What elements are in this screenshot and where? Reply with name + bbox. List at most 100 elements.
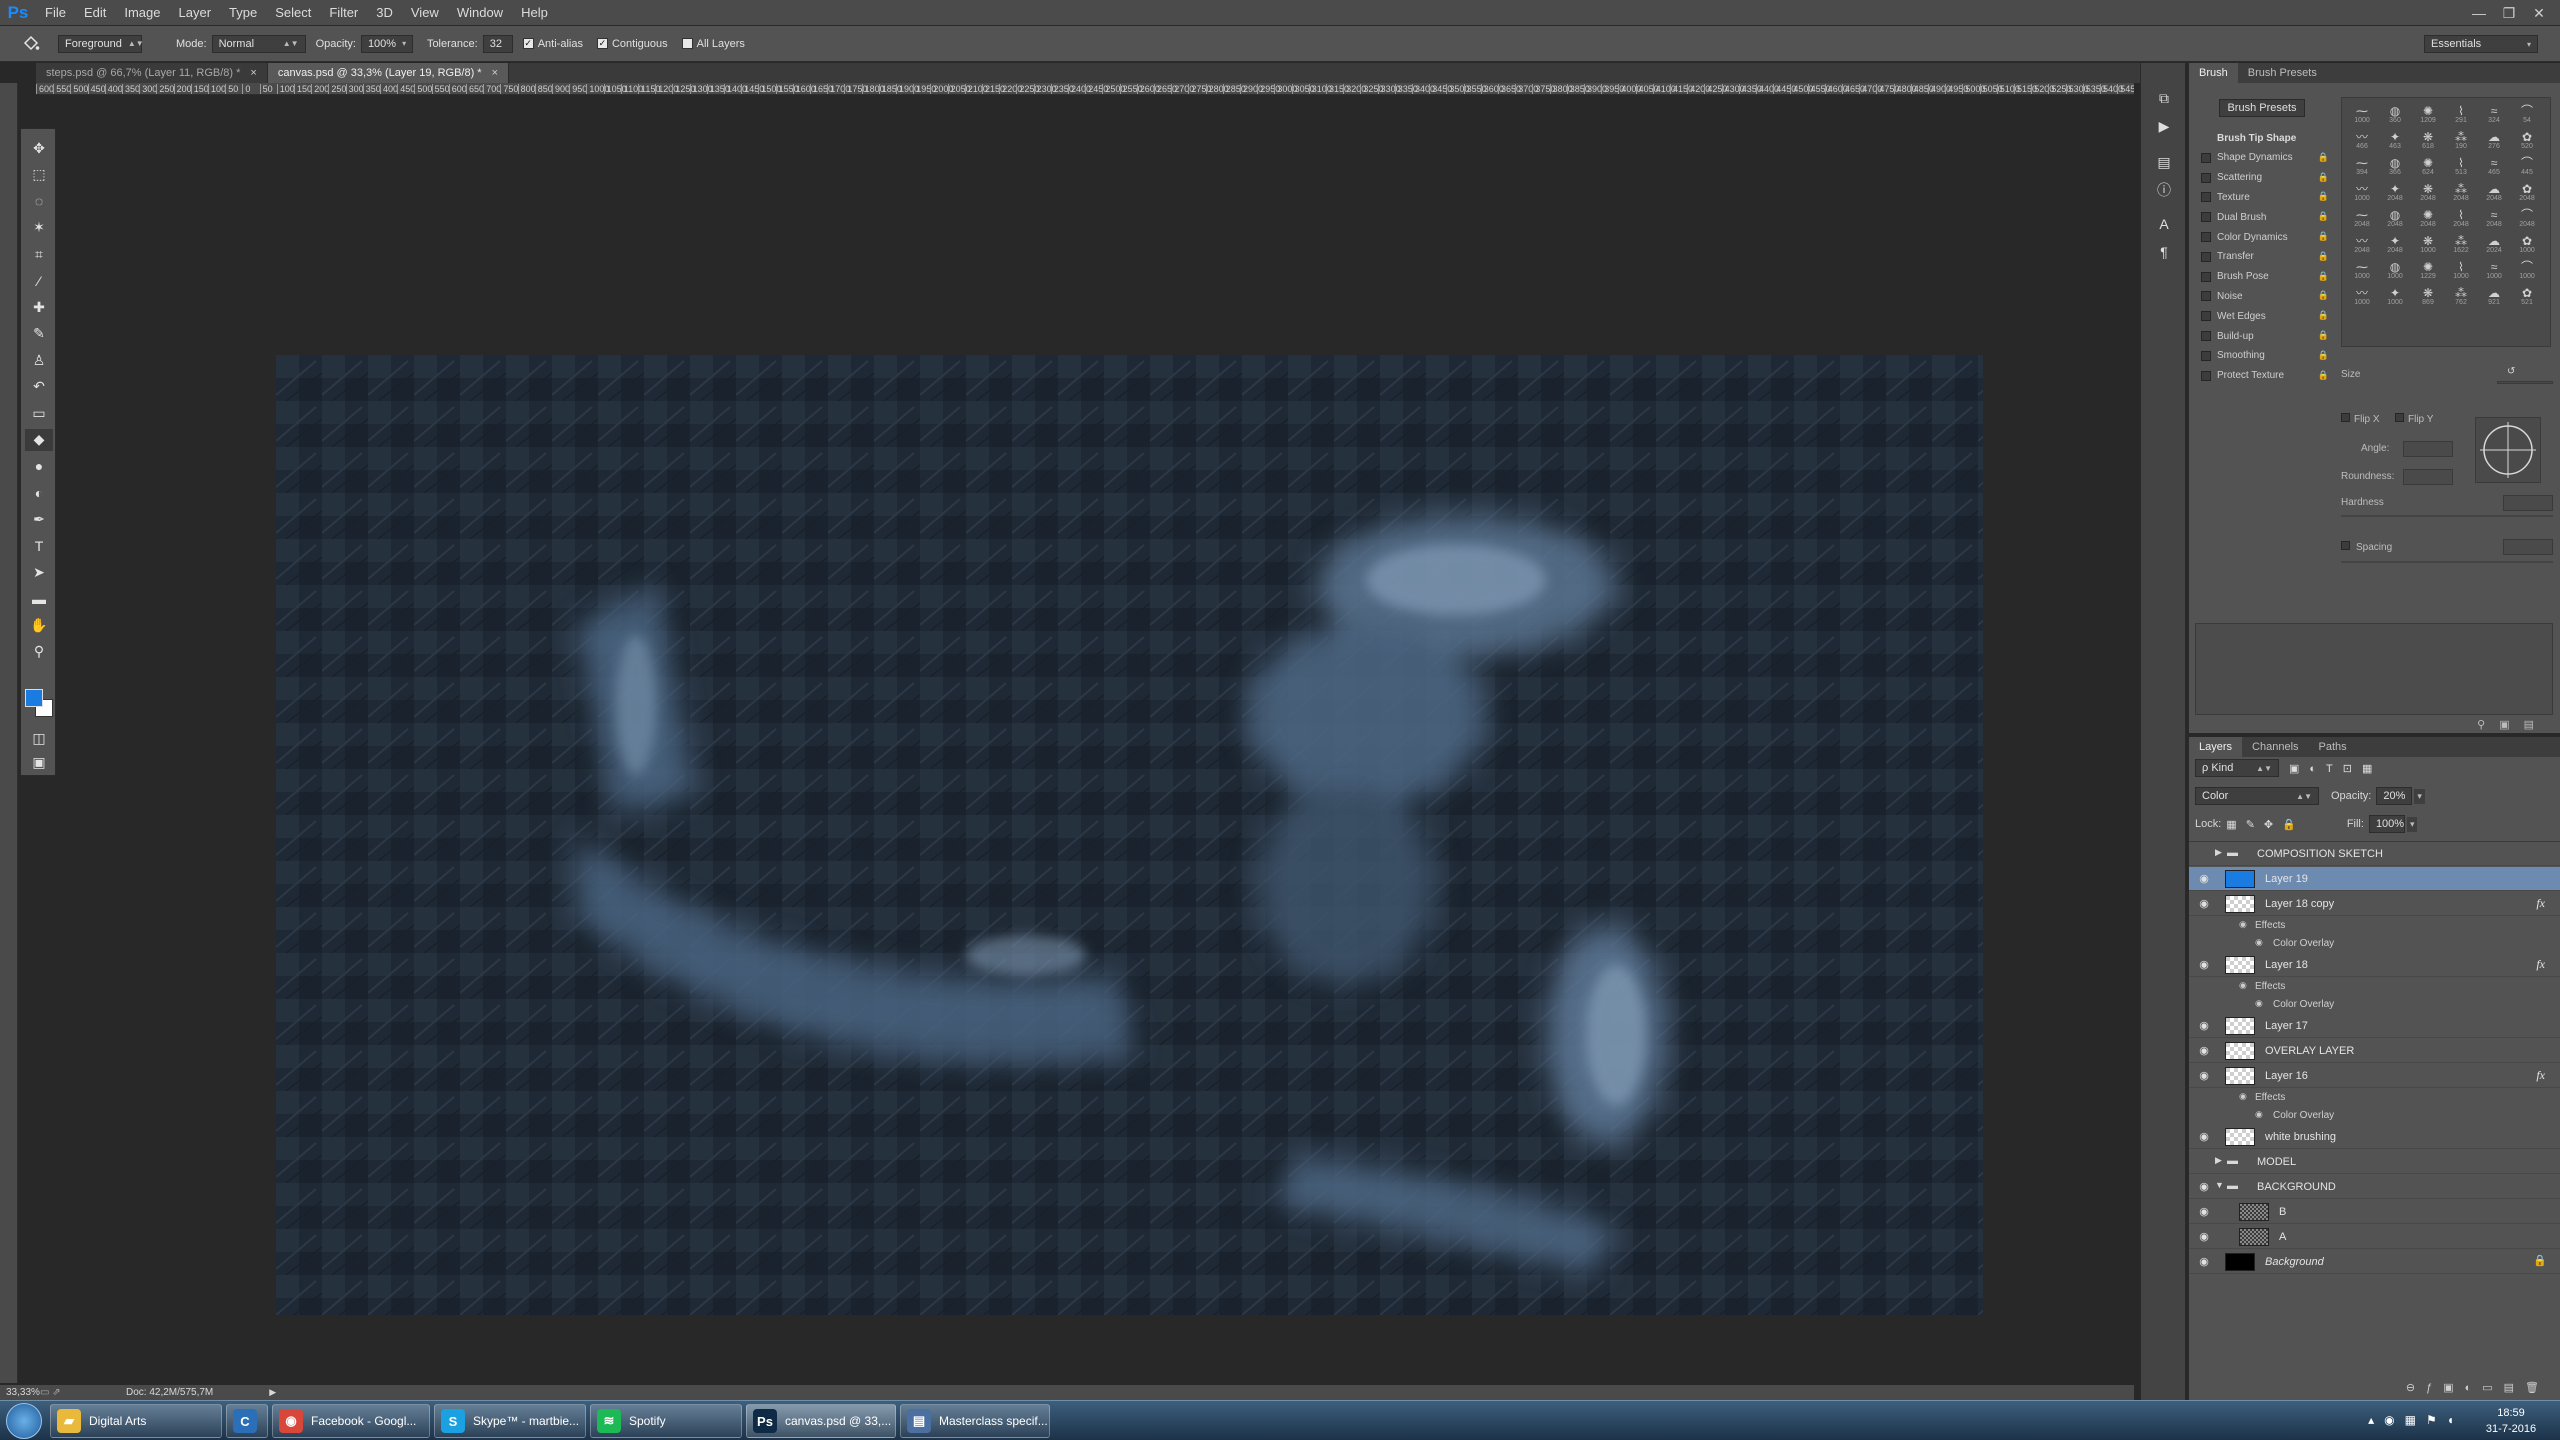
brush-tip[interactable]: ❋ 618 [2414, 130, 2442, 150]
rectangle-tool-icon[interactable]: ▬ [25, 588, 53, 610]
effects-eye-icon[interactable]: ◉ [2239, 1091, 2247, 1102]
clone-stamp-icon[interactable]: ♙ [25, 349, 53, 371]
workspace-dropdown[interactable]: Essentials ▾ [2424, 35, 2538, 53]
restore-button[interactable]: ❐ [2494, 0, 2524, 26]
brush-tip-grid[interactable]: ⁓ 1000 ◍ 360 ✺ 1209 ⌇ 291 ≈324 ⌒ 54 〰 466 ✦ 463 ❋ 618 ⁂ 19… [2341, 97, 2551, 347]
spacing-option[interactable]: Spacing [2341, 541, 2392, 553]
brush-tip[interactable]: ◍ 2048 [2381, 208, 2409, 228]
brush-tip[interactable]: 〰 1000 [2348, 286, 2376, 306]
workspace-area[interactable] [56, 95, 2134, 1385]
brush-tip[interactable]: ⌒ 445 [2513, 156, 2541, 176]
menu-file[interactable]: File [36, 0, 75, 26]
brush-tip[interactable]: ✺ 1209 [2414, 104, 2442, 124]
visibility-off-icon[interactable] [2195, 1155, 2213, 1169]
start-button[interactable] [6, 1403, 42, 1439]
magic-wand-tool-icon[interactable]: ✶ [25, 217, 53, 239]
layer-row[interactable]: ◉ Background 🔒 [2189, 1250, 2560, 1274]
brush-tip[interactable]: ◍ 1000 [2381, 260, 2409, 280]
pen-tool-icon[interactable]: ✒ [25, 508, 53, 530]
visibility-eye-icon[interactable]: ◉ [2195, 1069, 2213, 1083]
brush-option-brush-pose[interactable]: Brush Pose 🔒 [2201, 268, 2329, 286]
layer-effect-row[interactable]: ◉ Effects [2189, 1089, 2560, 1107]
eraser-tool-icon[interactable]: ▭ [25, 402, 53, 424]
lock-icon[interactable]: 🔒 [2318, 330, 2329, 341]
tab-layers[interactable]: Layers [2189, 737, 2243, 757]
brush-tip[interactable]: ✿ 1000 [2513, 234, 2541, 254]
menu-edit[interactable]: Edit [75, 0, 115, 26]
checkbox[interactable] [2201, 350, 2211, 361]
brush-option-noise[interactable]: Noise 🔒 [2201, 287, 2329, 305]
lock-icon[interactable]: 🔒 [2318, 211, 2329, 222]
layer-row[interactable]: ◉ white brushing [2189, 1125, 2560, 1149]
close-tab-icon[interactable]: × [492, 67, 498, 79]
brush-option-texture[interactable]: Texture 🔒 [2201, 188, 2329, 206]
zoom-level[interactable]: 33,33% [0, 1387, 40, 1398]
brush-tip[interactable]: ≈324 [2480, 104, 2508, 124]
checkbox[interactable] [2201, 192, 2211, 203]
brush-tip[interactable]: ⁂ 762 [2447, 286, 2475, 306]
brush-option-transfer[interactable]: Transfer 🔒 [2201, 248, 2329, 266]
layer-row[interactable]: ◉ ▼ ▬ BACKGROUND [2189, 1175, 2560, 1199]
brush-tip[interactable]: ✦ 1000 [2381, 286, 2409, 306]
layer-filter-icons[interactable]: ▣◐T⊡▦ [2289, 762, 2382, 775]
tab-brush-presets[interactable]: Brush Presets [2238, 63, 2327, 83]
brush-tip[interactable]: ⌇ 1000 [2447, 260, 2475, 280]
taskbar-item-skype[interactable]: S Skype™ - martbie... [434, 1404, 586, 1438]
info-icon[interactable]: ⓘ [2151, 179, 2177, 201]
brush-tip[interactable]: ⁂ 190 [2447, 130, 2475, 150]
menu-help[interactable]: Help [512, 0, 557, 26]
lasso-tool-icon[interactable]: ◌ [25, 190, 53, 212]
brush-tip[interactable]: 〰 1000 [2348, 182, 2376, 202]
checkbox[interactable] [2201, 172, 2211, 183]
brush-tip[interactable]: ⌇ 513 [2447, 156, 2475, 176]
brush-tip[interactable]: ✦ 2048 [2381, 234, 2409, 254]
type-tool-icon[interactable]: T [25, 535, 53, 557]
chevron-down-icon[interactable]: ▾ [2406, 816, 2418, 832]
visibility-eye-icon[interactable]: ◉ [2195, 1180, 2213, 1194]
lock-icon[interactable]: 🔒 [2318, 251, 2329, 262]
brush-option-smoothing[interactable]: Smoothing 🔒 [2201, 347, 2329, 365]
checkbox[interactable] [2201, 152, 2211, 163]
brush-tip[interactable]: ✺ 1229 [2414, 260, 2442, 280]
antialias-checkbox[interactable]: ✓ [522, 38, 534, 49]
opacity-input[interactable]: 100% ▾ [360, 34, 413, 53]
chevron-down-icon[interactable]: ▾ [2414, 788, 2425, 804]
brush-tip[interactable]: ⌇ 291 [2447, 104, 2475, 124]
taskbar-item-photoshop[interactable]: Ps canvas.psd @ 33,... [746, 1404, 896, 1438]
brush-angle-preview[interactable] [2475, 417, 2541, 483]
brush-tip[interactable]: ❋ 869 [2414, 286, 2442, 306]
blur-tool-icon[interactable]: ● [25, 455, 53, 477]
doc-tab-0[interactable]: steps.psd @ 66,7% (Layer 11, RGB/8) * × [36, 63, 268, 83]
zoom-tool-icon[interactable]: ⚲ [25, 641, 53, 663]
checkbox[interactable] [2201, 251, 2211, 262]
hand-tool-icon[interactable]: ✋ [25, 614, 53, 636]
contiguous-checkbox[interactable]: ✓ [596, 38, 608, 49]
document-canvas[interactable] [276, 355, 1983, 1315]
brush-tip[interactable]: ⁂ 2048 [2447, 182, 2475, 202]
brush-tip[interactable]: ☁ 921 [2480, 286, 2508, 306]
brush-tip[interactable]: ✿ 520 [2513, 130, 2541, 150]
crop-tool-icon[interactable]: ⌗ [25, 243, 53, 265]
roundness-input[interactable] [2403, 469, 2453, 485]
brush-option-dual-brush[interactable]: Dual Brush 🔒 [2201, 208, 2329, 226]
checkbox[interactable] [2201, 331, 2211, 341]
brush-option-build-up[interactable]: Build-up 🔒 [2201, 327, 2329, 345]
lock-icon[interactable]: 🔒 [2318, 290, 2329, 301]
checkbox[interactable] [2201, 311, 2211, 322]
paragraph-icon[interactable]: ¶ [2151, 241, 2177, 263]
menu-filter[interactable]: Filter [320, 0, 367, 26]
brush-tip[interactable]: ✺ 2048 [2414, 208, 2442, 228]
visibility-off-icon[interactable] [2195, 847, 2213, 861]
collapse-arrow-icon[interactable]: ▼ [2215, 1180, 2224, 1190]
system-clock[interactable]: 18:59 31-7-2016 [2476, 1405, 2546, 1437]
brush-tip[interactable]: ⁓ 1000 [2348, 260, 2376, 280]
history-brush-icon[interactable]: ↶ [25, 376, 53, 398]
effect-eye-icon[interactable]: ◉ [2255, 937, 2263, 948]
layer-row[interactable]: ▶ ▬ COMPOSITION SKETCH [2189, 842, 2560, 866]
brush-tip[interactable]: ⌒ 2048 [2513, 208, 2541, 228]
brush-tip[interactable]: ⌇ 2048 [2447, 208, 2475, 228]
history-icon[interactable]: ⧉ [2151, 87, 2177, 109]
tab-paths[interactable]: Paths [2309, 737, 2357, 757]
layer-opacity-input[interactable]: 20% [2376, 787, 2413, 805]
brush-option-scattering[interactable]: Scattering 🔒 [2201, 169, 2329, 187]
